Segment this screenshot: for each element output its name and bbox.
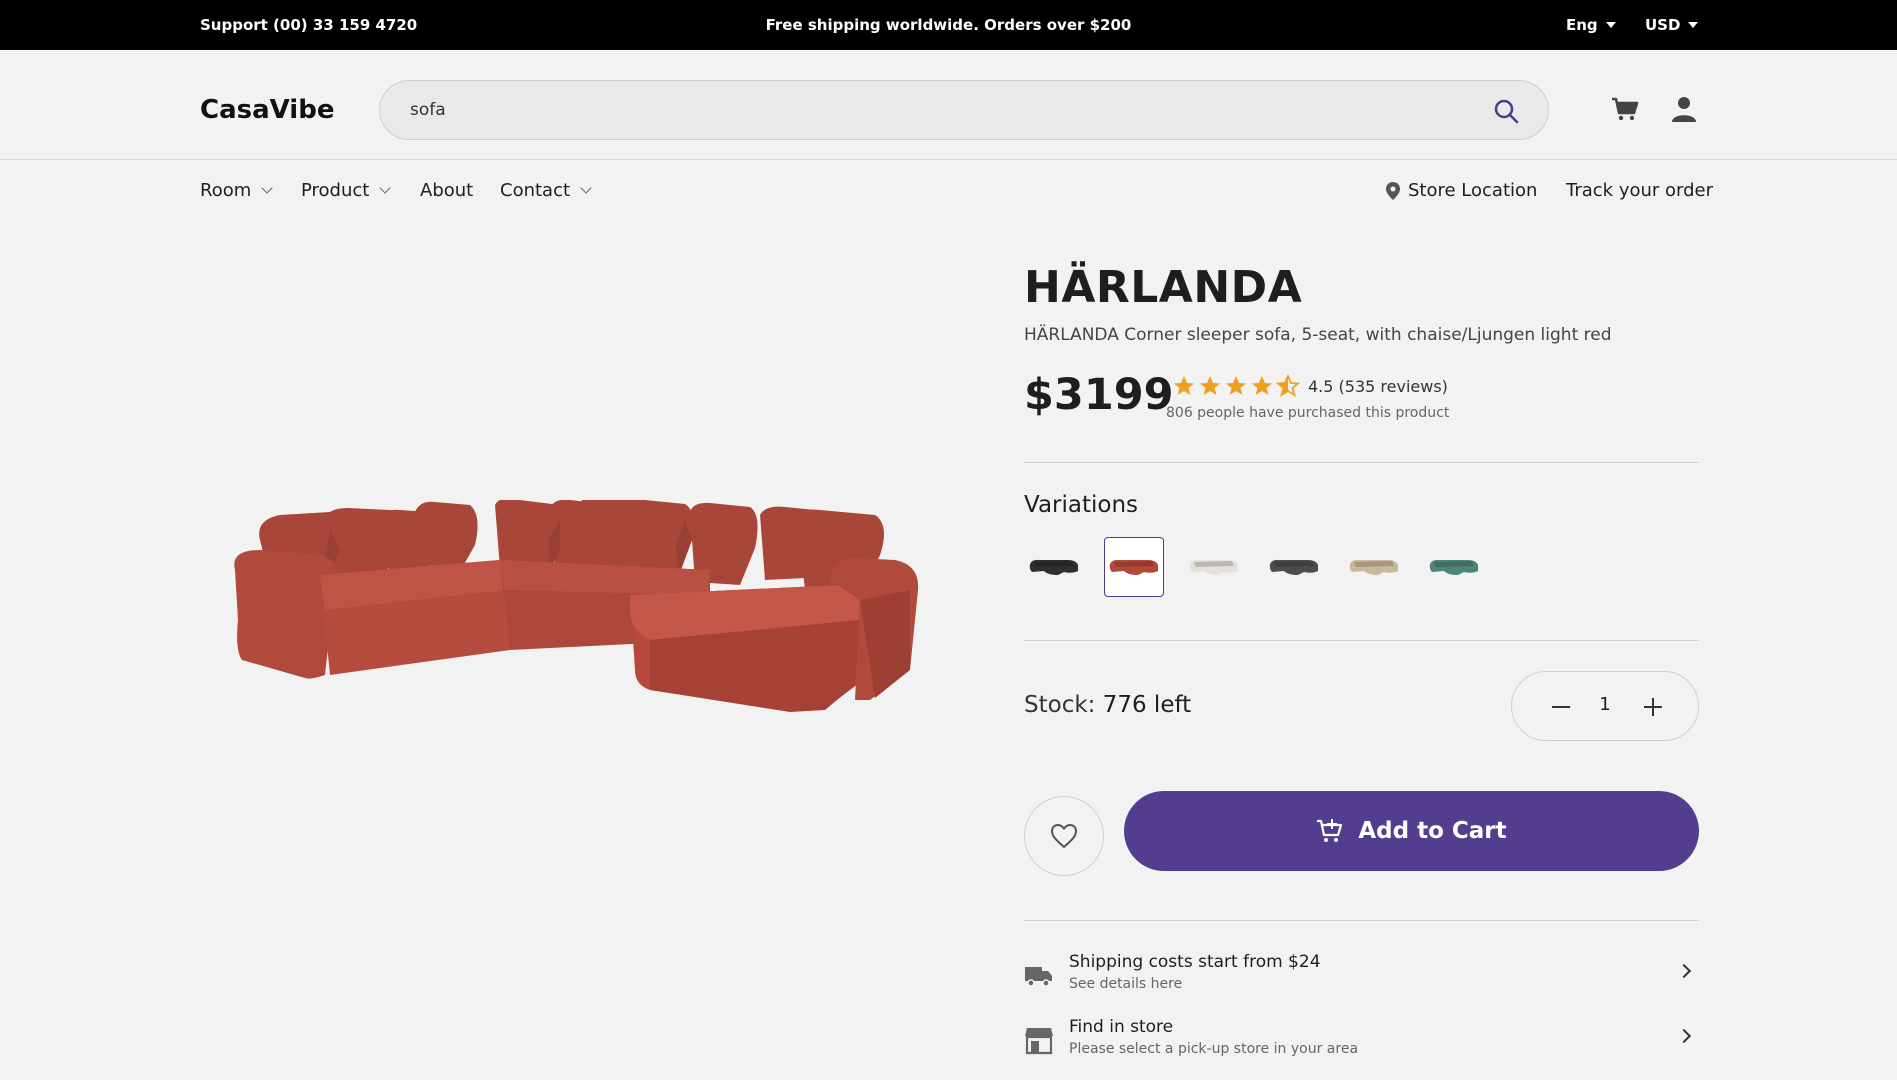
location-pin-icon — [1386, 181, 1400, 200]
rating[interactable]: 4.5 (535 reviews) — [1172, 374, 1448, 398]
find-store-row[interactable]: Find in store Please select a pick-up st… — [1024, 1017, 1699, 1067]
variation-swatch[interactable] — [1344, 537, 1404, 597]
product-title: HÄRLANDA — [1024, 262, 1303, 313]
add-to-cart-button[interactable]: Add to Cart — [1124, 791, 1699, 871]
chevron-down-icon — [261, 182, 273, 194]
search-bar — [379, 80, 1549, 140]
chevron-right-icon — [1676, 963, 1692, 979]
nav-contact-label: Contact — [500, 180, 571, 201]
variations-label: Variations — [1024, 492, 1139, 518]
sofa-thumbnail — [1349, 559, 1398, 575]
purchase-count: 806 people have purchased this product — [1166, 405, 1450, 421]
product-description: HÄRLANDA Corner sleeper sofa, 5-seat, wi… — [1024, 325, 1612, 345]
add-to-cart-label: Add to Cart — [1358, 818, 1507, 844]
language-selector[interactable]: Eng — [1566, 16, 1616, 34]
cart-icon[interactable] — [1610, 94, 1640, 124]
chevron-down-icon — [580, 182, 592, 194]
search-input[interactable] — [410, 81, 1450, 139]
plus-icon[interactable] — [1638, 692, 1668, 722]
nav-room-label: Room — [200, 180, 252, 201]
quantity-stepper: 1 — [1511, 671, 1699, 741]
star-full-icon — [1174, 376, 1194, 395]
star-full-icon — [1252, 376, 1272, 395]
nav-product[interactable]: Product — [301, 180, 392, 201]
track-order-link[interactable]: Track your order — [1566, 180, 1713, 201]
store-title: Find in store — [1069, 1017, 1174, 1037]
store-location-label: Store Location — [1408, 180, 1538, 201]
support-phone[interactable]: Support (00) 33 159 4720 — [200, 16, 417, 34]
logo[interactable]: CasaVibe — [200, 95, 334, 125]
track-order-label: Track your order — [1566, 180, 1714, 201]
chevron-down-icon — [379, 182, 392, 194]
sofa-thumbnail — [1269, 559, 1318, 575]
divider — [1024, 640, 1699, 641]
top-bar: Free shipping worldwide. Orders over $20… — [0, 0, 1897, 50]
product-image — [234, 500, 919, 712]
stock-label: Stock: — [1024, 692, 1096, 718]
caret-down-icon — [1605, 22, 1616, 28]
star-half-icon — [1276, 374, 1300, 397]
heart-icon — [1050, 823, 1078, 849]
variation-swatch[interactable] — [1424, 537, 1484, 597]
sofa-thumbnail — [1189, 559, 1238, 575]
star-full-icon — [1226, 376, 1246, 395]
variation-swatch[interactable] — [1264, 537, 1324, 597]
currency-label: USD — [1645, 16, 1681, 34]
nav-about[interactable]: About — [420, 180, 473, 201]
star-full-icon — [1200, 376, 1220, 395]
divider — [1024, 462, 1699, 463]
nav-about-label: About — [420, 180, 474, 201]
nav-room[interactable]: Room — [200, 180, 273, 201]
add-cart-icon — [1317, 819, 1343, 842]
nav-product-label: Product — [301, 180, 370, 201]
shipping-title: Shipping costs start from $24 — [1069, 952, 1321, 972]
wishlist-button[interactable] — [1024, 796, 1104, 876]
divider — [1024, 920, 1699, 921]
sofa-thumbnail — [1109, 559, 1158, 575]
header: CasaVibe — [0, 50, 1897, 160]
shipping-subtitle: See details here — [1069, 976, 1183, 992]
nav-contact[interactable]: Contact — [500, 180, 592, 201]
quantity-value[interactable]: 1 — [1512, 694, 1698, 715]
currency-selector[interactable]: USD — [1645, 16, 1699, 34]
sofa-thumbnail — [1029, 559, 1078, 575]
stock-info: Stock: 776 left — [1024, 692, 1191, 718]
store-icon — [1025, 1028, 1053, 1055]
truck-icon — [1025, 967, 1052, 987]
caret-down-icon — [1688, 22, 1699, 28]
language-label: Eng — [1566, 16, 1598, 34]
chevron-right-icon — [1676, 1028, 1692, 1044]
store-location-link[interactable]: Store Location — [1386, 180, 1537, 201]
shipping-info-row[interactable]: Shipping costs start from $24 See detail… — [1024, 952, 1699, 1002]
search-icon[interactable] — [1492, 97, 1520, 125]
variation-swatch[interactable] — [1024, 537, 1084, 597]
main-nav: Room Product About Contact Store Locatio… — [0, 160, 1897, 226]
product-price: $3199 — [1024, 370, 1174, 420]
sofa-thumbnail — [1429, 559, 1478, 575]
variation-swatch[interactable] — [1184, 537, 1244, 597]
account-icon[interactable] — [1669, 94, 1699, 124]
stock-value: 776 left — [1102, 692, 1192, 718]
store-subtitle: Please select a pick-up store in your ar… — [1069, 1041, 1359, 1057]
variation-swatch[interactable] — [1104, 537, 1164, 597]
rating-text: 4.5 (535 reviews) — [1308, 376, 1448, 396]
